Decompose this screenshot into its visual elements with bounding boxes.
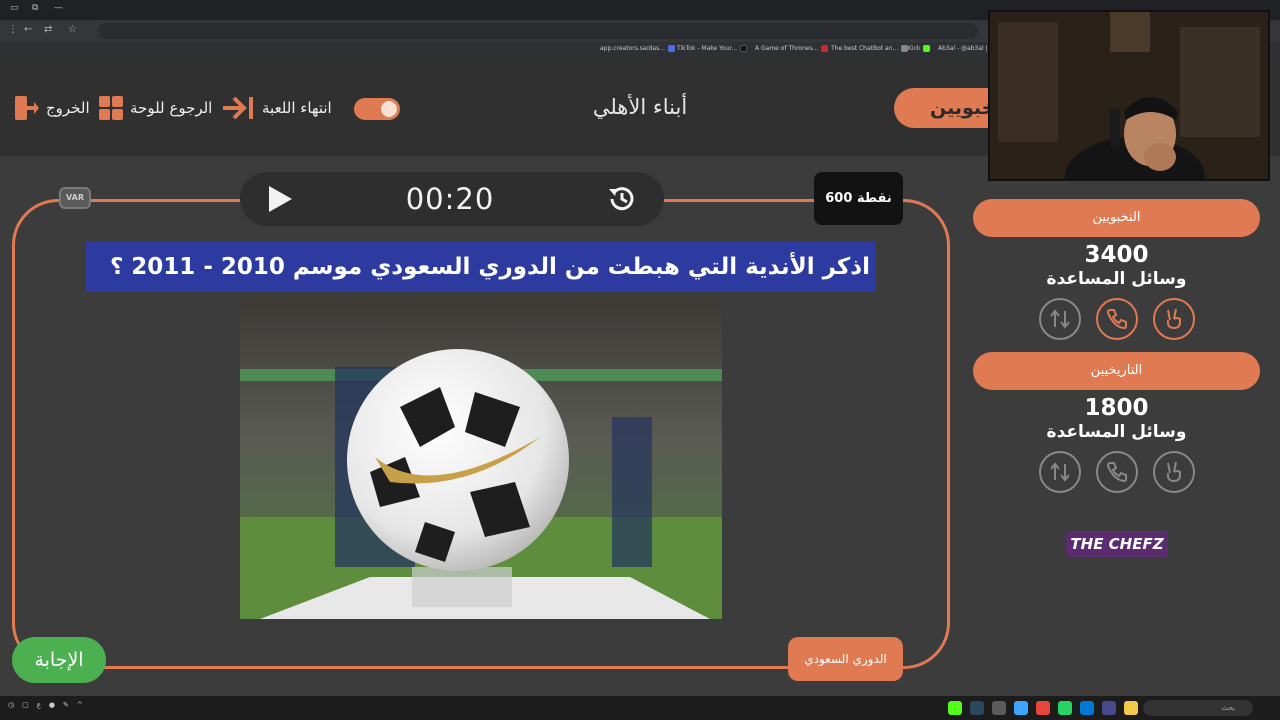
app-icon[interactable] xyxy=(992,701,1006,715)
bookmark-item[interactable]: The best ChatBot an... xyxy=(831,45,909,52)
close-icon[interactable]: — xyxy=(54,3,63,13)
menu-icon[interactable]: ⋮ xyxy=(8,24,18,35)
back-to-board-button[interactable]: الرجوع للوحة xyxy=(98,94,212,122)
swap-question-button[interactable] xyxy=(1038,298,1081,340)
taskbar-search[interactable]: بحث xyxy=(1143,700,1253,716)
kick-app-icon[interactable] xyxy=(948,701,962,715)
star-icon[interactable]: ☆ xyxy=(68,24,77,35)
bookmark-item[interactable]: app.creators.sa/das... xyxy=(600,45,675,52)
question-text: اذكر الأندية التي هبطت من الدوري السعودي… xyxy=(86,242,876,292)
bookmark-item[interactable]: TikTok - Make Your... xyxy=(677,45,748,52)
help-aids-row xyxy=(973,298,1260,340)
restore-icon[interactable]: ⧉ xyxy=(32,3,38,13)
end-game-button[interactable]: انتهاء اللعبة xyxy=(222,94,332,122)
chevron-up-icon[interactable]: ^ xyxy=(77,701,83,709)
phone-icon xyxy=(1106,462,1127,483)
swap-question-button[interactable] xyxy=(1038,451,1081,493)
exit-door-icon xyxy=(15,96,39,120)
minimize-icon[interactable]: ▭ xyxy=(10,3,19,13)
arrow-right-bar-icon xyxy=(223,96,253,120)
language-icon[interactable]: ع xyxy=(37,701,41,709)
answer-button[interactable]: الإجابة xyxy=(12,637,106,683)
two-answers-button[interactable] xyxy=(1152,298,1195,340)
two-answers-button[interactable] xyxy=(1152,451,1195,493)
clock-icon[interactable]: ◷ xyxy=(8,701,14,709)
team-card: النخبويين 3400 وسائل المساعدة xyxy=(973,199,1260,340)
team-card: التاريخيين 1800 وسائل المساعدة xyxy=(973,352,1260,493)
timer-bar: 00:20 xyxy=(240,172,664,226)
team-score: 3400 xyxy=(1084,242,1149,268)
webcam-overlay xyxy=(988,10,1270,181)
call-friend-button[interactable] xyxy=(1095,298,1138,340)
category-badge: الدوري السعودي xyxy=(788,637,903,681)
call-friend-button[interactable] xyxy=(1095,451,1138,493)
football-image xyxy=(240,297,722,619)
youtube-icon xyxy=(821,45,829,52)
team-name-pill[interactable]: النخبويين xyxy=(973,199,1260,237)
team-name-pill[interactable]: التاريخيين xyxy=(973,352,1260,390)
microphone-icon[interactable]: ● xyxy=(49,701,55,709)
tiktok-icon xyxy=(740,45,748,52)
edge-app-icon[interactable] xyxy=(1014,701,1028,715)
gear-icon xyxy=(381,101,397,117)
help-aids-label: وسائل المساعدة xyxy=(1046,269,1187,289)
whatsapp-app-icon[interactable] xyxy=(1058,701,1072,715)
chrome-app-icon[interactable] xyxy=(1036,701,1050,715)
file-explorer-icon[interactable] xyxy=(1124,701,1138,715)
exit-button[interactable]: الخروج xyxy=(12,94,90,122)
phone-icon xyxy=(1106,309,1127,330)
mail-app-icon[interactable] xyxy=(1080,701,1094,715)
notification-icon[interactable]: ▢ xyxy=(22,701,29,709)
page-title: أبناء الأهلي xyxy=(592,95,688,119)
kick-icon xyxy=(923,45,931,52)
steam-app-icon[interactable] xyxy=(970,701,984,715)
bookmark-item[interactable]: A Game of Thrones... xyxy=(755,45,829,52)
help-aids-label: وسائل المساعدة xyxy=(1046,422,1187,442)
var-button[interactable]: VAR xyxy=(59,187,91,209)
play-icon[interactable] xyxy=(266,185,294,213)
grid-icon xyxy=(99,96,123,120)
victory-hand-icon xyxy=(1166,308,1181,330)
bookmark-favicon-icon xyxy=(667,45,675,52)
bookmark-item[interactable]: Kick xyxy=(908,45,931,52)
pen-icon[interactable]: ✎ xyxy=(63,701,69,709)
webcam-feed-image xyxy=(990,12,1268,179)
extensions-icon[interactable]: ⇄ xyxy=(44,24,52,35)
help-aids-row xyxy=(973,451,1260,493)
question-image xyxy=(240,297,722,619)
swap-arrows-icon xyxy=(1049,309,1070,329)
taskbar-apps xyxy=(948,701,1138,715)
timer-display: 00:20 xyxy=(405,182,495,216)
victory-hand-icon xyxy=(1166,461,1181,483)
taskbar: ◷ ▢ ع ● ✎ ^ بحث xyxy=(0,696,1280,720)
team-score: 1800 xyxy=(1084,395,1149,421)
points-badge: 600 نقطة xyxy=(814,172,903,225)
url-field[interactable] xyxy=(98,23,978,39)
swap-arrows-icon xyxy=(1049,462,1070,482)
bookmark-item[interactable]: Ab3al - @ab3al |... xyxy=(938,45,993,52)
reset-timer-icon[interactable] xyxy=(606,183,638,215)
app-icon[interactable] xyxy=(1102,701,1116,715)
sponsor-logo: THE CHEFZ xyxy=(1066,531,1168,557)
settings-toggle[interactable] xyxy=(354,98,400,120)
back-icon[interactable]: ← xyxy=(24,24,32,35)
system-tray: ◷ ▢ ع ● ✎ ^ xyxy=(8,701,83,709)
